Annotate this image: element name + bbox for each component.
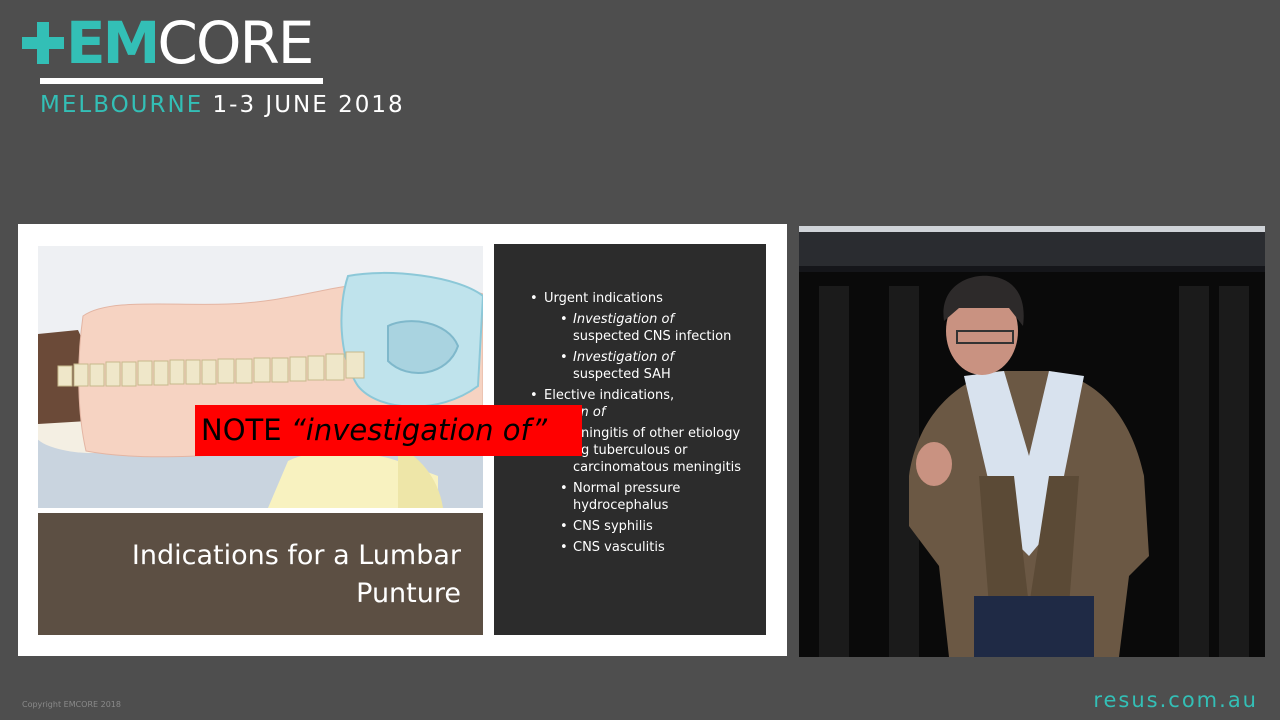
list-item: Normal pressure hydrocephalus <box>494 480 766 514</box>
slide-title-line1: Indications for a Lumbar <box>131 540 461 571</box>
urgent-indications: Urgent indications <box>494 290 766 307</box>
item-italic: Investigation of <box>573 350 675 365</box>
note-prefix: NOTE <box>201 413 282 447</box>
event-subtitle: MELBOURNE 1-3 JUNE 2018 <box>40 92 405 118</box>
speaker-video <box>799 226 1265 657</box>
elective-label: Elective indications, <box>544 388 675 403</box>
website-url: resus.com.au <box>1093 688 1258 712</box>
list-item: Investigation of suspected SAH <box>494 349 766 383</box>
patient-spine-image <box>38 246 483 508</box>
item-text: suspected CNS infection <box>573 329 732 344</box>
item-text: eningitis of other etiology eg tuberculo… <box>573 426 742 475</box>
urgent-label: Urgent indications <box>544 291 663 306</box>
slide-title: Indications for a Lumbar Punture <box>101 537 461 613</box>
item-text: CNS vasculitis <box>573 540 665 555</box>
logo-core-text: CORE <box>157 9 314 77</box>
event-dates: 1-3 JUNE 2018 <box>212 92 405 118</box>
logo-wordmark: EM CORE <box>22 8 314 77</box>
speaker-image <box>799 226 1265 657</box>
event-city: MELBOURNE <box>40 92 204 118</box>
list-item: CNS vasculitis <box>494 539 766 556</box>
item-text: Normal pressure hydrocephalus <box>573 481 681 513</box>
note-overlay: NOTE “investigation of” <box>195 405 582 456</box>
emcore-logo: EM CORE MELBOURNE 1-3 JUNE 2018 <box>22 8 403 120</box>
slide-title-line2: Punture <box>356 578 461 609</box>
slide-title-box: Indications for a Lumbar Punture <box>38 513 483 635</box>
list-item: CNS syphilis <box>494 518 766 535</box>
item-text: suspected SAH <box>573 367 671 382</box>
note-quote: “investigation of” <box>290 413 548 447</box>
item-text: CNS syphilis <box>573 519 653 534</box>
logo-em-text: EM <box>66 9 160 77</box>
plus-icon <box>22 22 64 64</box>
lumbar-puncture-illustration <box>38 246 483 508</box>
item-italic: Investigation of <box>573 312 675 327</box>
logo-divider <box>40 78 323 84</box>
copyright-text: Copyright EMCORE 2018 <box>22 700 121 709</box>
list-item: Investigation of suspected CNS infection <box>494 311 766 345</box>
